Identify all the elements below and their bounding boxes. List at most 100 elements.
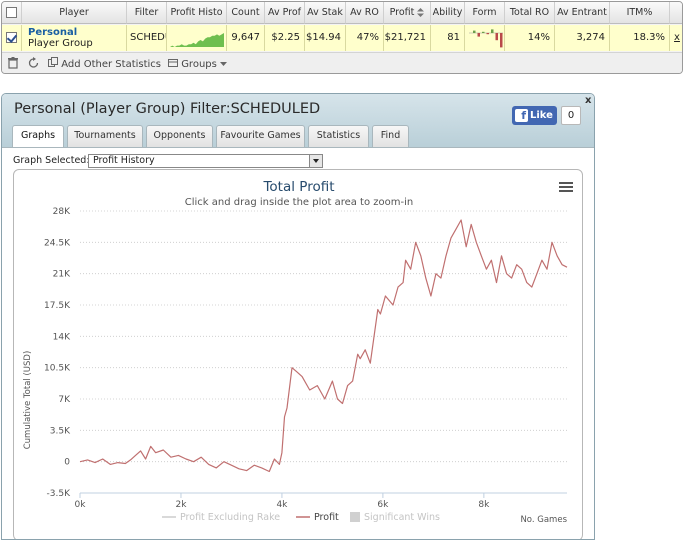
count-cell: 9,647 [227,25,265,51]
player-group-label: Player Group [28,38,93,49]
tab-statistics[interactable]: Statistics [308,125,369,147]
col-header-profit[interactable]: Profit [384,2,431,24]
x-axis-label: No. Games [520,515,567,525]
y-tick-label: 7K [58,395,71,405]
like-count: 0 [561,106,581,125]
graph-selected-label: Graph Selected: [13,155,90,166]
y-tick-label: 24.5K [44,238,71,248]
select-all-checkbox[interactable] [6,7,17,18]
total-profit-chart[interactable]: Total Profit Click and drag inside the p… [14,170,583,540]
legend-profit-excl-rake[interactable]: Profit Excluding Rake [180,512,280,523]
x-tick-label: 6k [377,500,389,510]
player-detail-panel: Personal (Player Group) Filter:SCHEDULED… [1,93,595,540]
refresh-icon[interactable] [28,57,39,72]
profit-history-cell[interactable] [167,25,227,51]
chart-legend[interactable]: Profit Excluding Rake Profit Significant W… [162,512,440,523]
col-header-av-profit[interactable]: Av Prof [265,2,305,24]
sparkline-area [170,33,224,47]
sort-arrows-icon [417,8,425,17]
add-statistics-button[interactable]: Add Other Statistics [48,57,161,72]
trash-icon[interactable] [8,57,18,72]
y-axis-label: Cumulative Total (USD) [23,351,33,450]
form-bar [477,33,480,37]
form-bar [486,33,489,35]
x-tick-label: 0k [75,500,87,510]
filter-cell[interactable]: SCHEDU [127,25,167,51]
facebook-like-button[interactable]: f Like [512,106,557,125]
add-stats-icon [48,57,58,67]
header-select-all[interactable] [2,2,22,24]
total-roi-cell: 14% [505,25,555,51]
chart-gridlines [80,210,567,494]
facebook-icon: f [515,109,528,122]
col-header-count[interactable]: Count [227,2,265,24]
y-tick-label: 0 [64,458,70,468]
remove-row-button[interactable]: x [670,25,682,51]
av-roi-cell: 47% [346,25,384,51]
graph-select-value: Profit History [93,155,155,166]
legend-significant-wins-swatch [350,512,360,522]
y-tick-label: 10.5K [44,364,71,374]
tab-opponents[interactable]: Opponents [146,125,213,147]
tab-strip-divider [2,147,594,148]
chart-subtitle: Click and drag inside the plot area to z… [185,197,413,208]
groups-button[interactable]: Groups [168,57,228,72]
col-header-av-roi[interactable]: Av RO [346,2,384,24]
itm-cell: 18.3% [610,25,670,51]
form-cell [465,25,505,51]
stats-table: Player Filter Profit Histo Count Av Prof… [2,2,682,51]
panel-title: Personal (Player Group) Filter:SCHEDULED [14,101,321,117]
tab-find[interactable]: Find [372,125,409,147]
stats-toolbar: Add Other Statistics Groups [2,52,682,73]
add-statistics-label: Add Other Statistics [61,59,162,70]
form-bar [482,31,485,33]
ability-cell: 81 [431,25,465,51]
y-tick-label: 28K [53,207,71,217]
av-stake-cell: $14.94 [305,25,346,51]
legend-profit[interactable]: Profit [314,512,339,523]
chart-menu-icon[interactable] [559,182,573,193]
col-header-player[interactable]: Player [22,2,127,24]
col-header-av-stake[interactable]: Av Stak [305,2,346,24]
chart-series [79,219,568,473]
col-header-filter[interactable]: Filter [127,2,167,24]
row-checkbox[interactable] [6,31,17,43]
profit-sparkline [170,33,224,47]
player-cell[interactable]: Personal Player Group [22,25,127,51]
groups-icon [168,59,178,67]
chart-title: Total Profit [262,179,334,195]
av-entrants-cell: 3,274 [555,25,610,51]
col-header-ability[interactable]: Ability [431,2,465,24]
tab-tournaments[interactable]: Tournaments [67,125,143,147]
chart-container[interactable]: Total Profit Click and drag inside the p… [13,169,583,540]
x-tick-label: 2k [175,500,187,510]
row-checkbox-cell[interactable] [2,25,22,51]
col-header-remove [670,2,682,24]
like-label: Like [530,110,553,121]
col-header-av-entrants[interactable]: Av Entrant [555,2,610,24]
form-bar [500,33,503,48]
groups-label: Groups [181,59,217,70]
form-chart [469,29,503,48]
col-header-itm[interactable]: ITM% [610,2,670,24]
legend-significant-wins[interactable]: Significant Wins [364,512,440,523]
col-header-form[interactable]: Form [465,2,505,24]
close-panel-button[interactable]: x [585,95,591,106]
profit-cell: $21,721 [384,25,431,51]
graph-select-dropdown[interactable]: Profit History [88,154,323,168]
x-tick-label: 8k [478,500,490,510]
y-tick-label: 14K [53,332,71,342]
form-bar [495,33,498,41]
y-tick-label: 17.5K [44,301,71,311]
panel-header: Personal (Player Group) Filter:SCHEDULED… [2,94,594,148]
tab-favourite-games[interactable]: Favourite Games [216,125,305,147]
form-bar [491,29,494,33]
stats-panel: Player Filter Profit Histo Count Av Prof… [1,1,683,74]
y-tick-label: -3.5K [47,489,72,499]
col-header-total-roi[interactable]: Total RO [505,2,555,24]
tab-graphs[interactable]: Graphs [12,125,64,148]
col-header-profit-history[interactable]: Profit Histo [167,2,227,24]
chevron-down-icon[interactable] [309,155,322,167]
av-profit-cell: $2.25 [265,25,305,51]
player-name[interactable]: Personal [28,27,122,38]
